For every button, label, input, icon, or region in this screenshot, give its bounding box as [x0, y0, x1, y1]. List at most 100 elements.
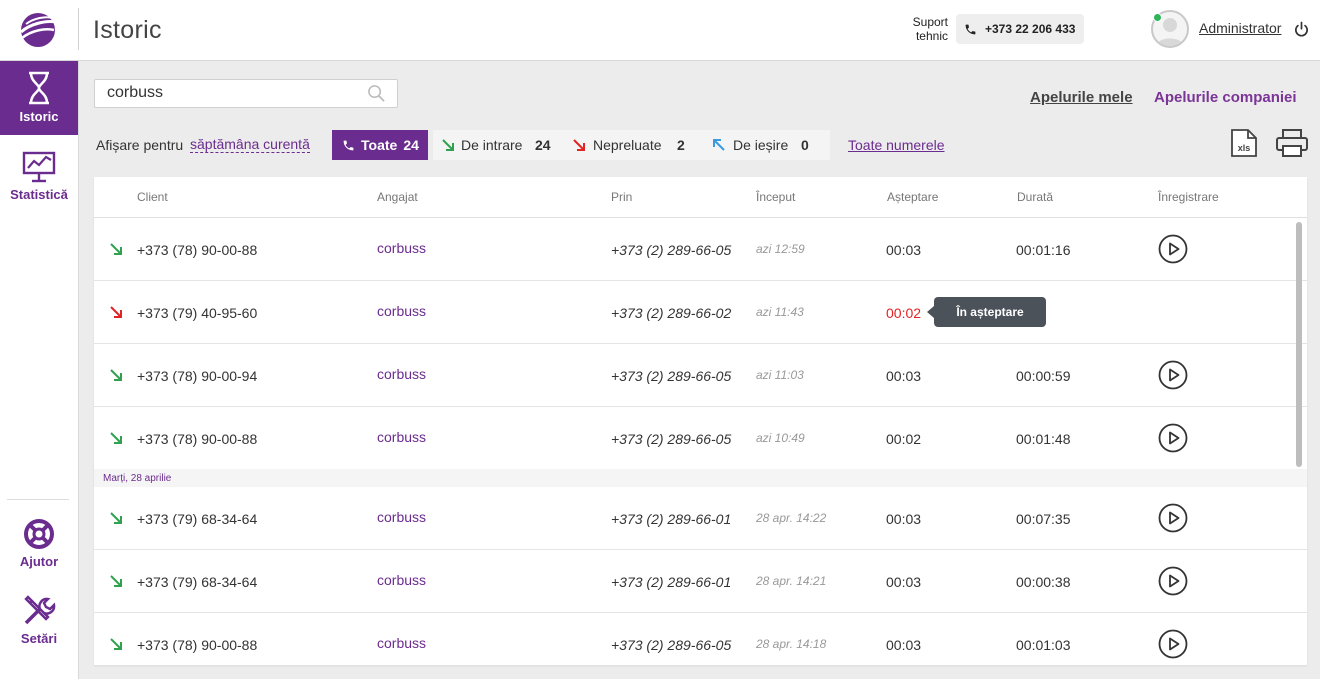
period-selector[interactable]: săptămâna curentă [190, 137, 310, 153]
brand-logo-icon[interactable] [18, 10, 58, 50]
page-title: Istoric [93, 16, 162, 44]
client-number[interactable]: +373 (79) 68-34-64 [137, 511, 257, 527]
table-row[interactable]: +373 (78) 90-00-94 corbuss +373 (2) 289-… [94, 344, 1307, 407]
incoming-arrow-icon [110, 575, 122, 587]
all-numbers-link[interactable]: Toate numerele [848, 137, 945, 153]
play-recording-icon[interactable] [1158, 503, 1188, 533]
show-for-label: Afișare pentru [96, 137, 184, 153]
online-status-dot [1153, 13, 1162, 22]
incoming-arrow-icon [110, 369, 122, 381]
sidebar-item-label: Ajutor [19, 554, 59, 569]
via-number: +373 (2) 289-66-05 [611, 368, 732, 384]
svg-text:xls: xls [1238, 143, 1251, 153]
via-number: +373 (2) 289-66-05 [611, 637, 732, 653]
my-calls-link[interactable]: Apelurile mele [1030, 89, 1133, 106]
column-header-via[interactable]: Prin [611, 190, 632, 204]
employee-name[interactable]: corbuss [377, 429, 426, 445]
column-header-recording[interactable]: Înregistrare [1158, 190, 1219, 204]
call-duration: 00:01:48 [1016, 431, 1071, 447]
client-number[interactable]: +373 (78) 90-00-88 [137, 431, 257, 447]
filter-all-count: 24 [403, 137, 419, 153]
sidebar-item-label: Istoric [19, 109, 59, 124]
sidebar-item-istoric[interactable]: Istoric [0, 61, 78, 135]
incoming-arrow-icon [110, 432, 122, 444]
print-icon[interactable] [1275, 128, 1309, 158]
support-label: Suport tehnic [912, 15, 948, 43]
play-recording-icon[interactable] [1158, 423, 1188, 453]
outgoing-arrow-icon[interactable] [712, 138, 726, 152]
client-number[interactable]: +373 (79) 40-95-60 [137, 305, 257, 321]
play-recording-icon[interactable] [1158, 360, 1188, 390]
phone-icon [965, 24, 976, 34]
chart-icon [22, 151, 56, 183]
employee-name[interactable]: corbuss [377, 572, 426, 588]
power-icon[interactable] [1293, 21, 1310, 38]
start-time: 28 apr. 14:21 [756, 574, 827, 588]
table-row[interactable]: +373 (79) 40-95-60 corbuss +373 (2) 289-… [94, 281, 1307, 344]
column-header-wait[interactable]: Așteptare [887, 190, 938, 204]
wait-time[interactable]: 00:02 [886, 305, 921, 321]
column-header-employee[interactable]: Angajat [377, 190, 418, 204]
table-row[interactable]: +373 (78) 90-00-88 corbuss +373 (2) 289-… [94, 218, 1307, 281]
start-time: 28 apr. 14:18 [756, 637, 827, 651]
via-number: +373 (2) 289-66-05 [611, 242, 732, 258]
support-phone-button[interactable]: +373 22 206 433 [956, 14, 1084, 44]
table-scrollbar[interactable] [1296, 222, 1302, 467]
client-number[interactable]: +373 (78) 90-00-88 [137, 242, 257, 258]
filter-outgoing[interactable]: De ieșire [733, 137, 788, 153]
sidebar-item-setari[interactable]: Setări [0, 583, 78, 657]
tools-icon [24, 595, 56, 625]
sidebar-item-statistica[interactable]: Statistică [0, 141, 78, 215]
missed-arrow-icon[interactable] [572, 138, 586, 152]
filter-outgoing-count: 0 [801, 137, 809, 153]
app-header: Istoric Suport tehnic +373 22 206 433 Ad… [0, 0, 1320, 61]
wait-time: 00:03 [886, 368, 922, 384]
table-row[interactable]: +373 (78) 90-00-88 corbuss +373 (2) 289-… [94, 613, 1307, 665]
play-recording-icon[interactable] [1158, 234, 1188, 264]
table-row[interactable]: +373 (79) 68-34-64 corbuss +373 (2) 289-… [94, 550, 1307, 613]
sidebar-item-label: Statistică [10, 187, 68, 202]
filter-all-button[interactable]: Toate 24 [332, 130, 428, 160]
lifebuoy-icon [24, 519, 54, 549]
search-icon[interactable] [367, 84, 386, 103]
date-separator: Marți, 28 aprilie [94, 469, 1307, 487]
start-time: azi 11:43 [756, 305, 804, 319]
xls-export-icon[interactable]: xls [1230, 128, 1258, 158]
company-calls-link[interactable]: Apelurile companiei [1154, 89, 1297, 106]
table-row[interactable]: +373 (79) 68-34-64 corbuss +373 (2) 289-… [94, 487, 1307, 550]
start-time: azi 10:49 [756, 431, 805, 445]
wait-time: 00:03 [886, 637, 922, 653]
incoming-arrow-icon [110, 638, 122, 650]
wait-time: 00:03 [886, 574, 922, 590]
employee-name[interactable]: corbuss [377, 635, 426, 651]
filter-missed[interactable]: Nepreluate [593, 137, 662, 153]
play-recording-icon[interactable] [1158, 566, 1188, 596]
sidebar: Istoric Statistică Ajutor Setări [0, 61, 79, 679]
incoming-arrow-icon[interactable] [441, 138, 455, 152]
column-header-client[interactable]: Client [137, 190, 168, 204]
sidebar-item-ajutor[interactable]: Ajutor [0, 508, 78, 582]
employee-name[interactable]: corbuss [377, 366, 426, 382]
start-time: azi 12:59 [756, 242, 805, 256]
employee-name[interactable]: corbuss [377, 303, 426, 319]
filter-incoming[interactable]: De intrare [461, 137, 522, 153]
client-number[interactable]: +373 (78) 90-00-88 [137, 637, 257, 653]
support-phone-number: +373 22 206 433 [985, 22, 1076, 36]
start-time: 28 apr. 14:22 [756, 511, 827, 525]
play-recording-icon[interactable] [1158, 629, 1188, 659]
column-header-start[interactable]: Început [756, 190, 795, 204]
wait-time: 00:02 [886, 431, 922, 447]
column-header-duration[interactable]: Durată [1017, 190, 1053, 204]
via-number: +373 (2) 289-66-05 [611, 431, 732, 447]
header-divider [78, 8, 79, 50]
client-number[interactable]: +373 (78) 90-00-94 [137, 368, 257, 384]
incoming-arrow-icon [110, 512, 122, 524]
call-duration: 00:01:16 [1016, 242, 1071, 258]
client-number[interactable]: +373 (79) 68-34-64 [137, 574, 257, 590]
table-row[interactable]: +373 (78) 90-00-88 corbuss +373 (2) 289-… [94, 407, 1307, 470]
phone-icon [343, 140, 354, 150]
user-name-link[interactable]: Administrator [1199, 20, 1281, 36]
search-input[interactable] [107, 84, 357, 102]
employee-name[interactable]: corbuss [377, 509, 426, 525]
employee-name[interactable]: corbuss [377, 240, 426, 256]
